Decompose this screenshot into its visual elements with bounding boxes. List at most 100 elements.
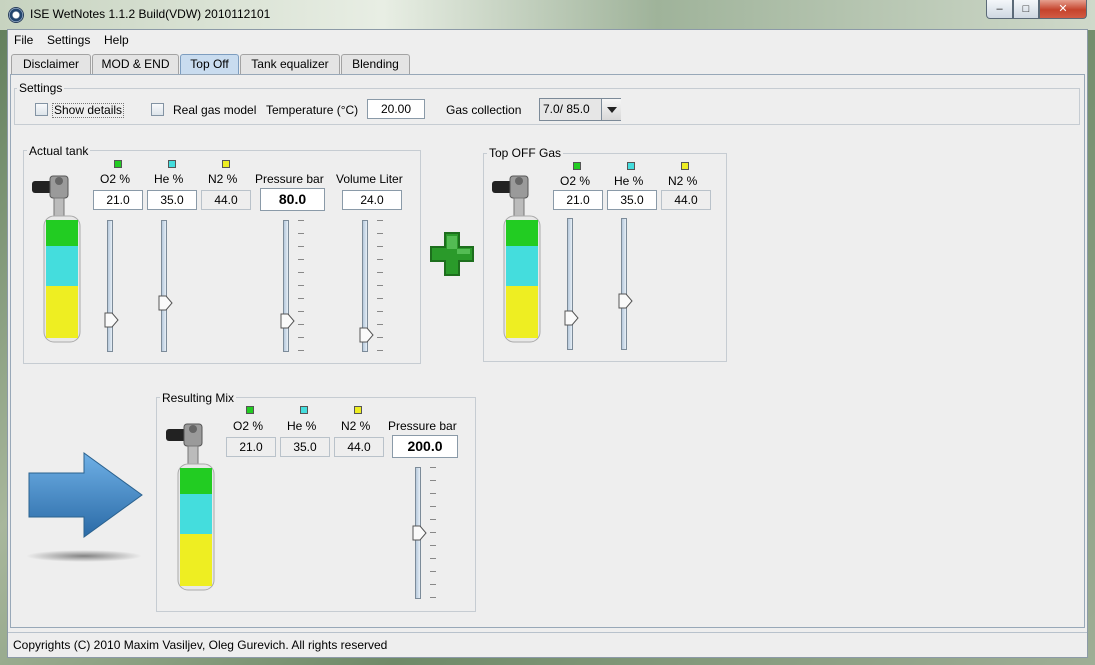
menu-settings[interactable]: Settings bbox=[47, 33, 90, 47]
actual-n2-value: 44.0 bbox=[201, 190, 251, 210]
slider-thumb[interactable] bbox=[104, 312, 119, 328]
slider-tick bbox=[298, 272, 304, 273]
mix-pressure-label: Pressure bar bbox=[388, 419, 457, 433]
tab-top-off[interactable]: Top Off bbox=[180, 54, 239, 74]
top-off-n2-label: N2 % bbox=[668, 174, 698, 188]
actual-tank-label: Actual tank bbox=[27, 144, 91, 158]
slider-tick bbox=[298, 233, 304, 234]
slider-thumb[interactable] bbox=[564, 310, 579, 326]
slider-thumb[interactable] bbox=[280, 313, 295, 329]
slider-tick bbox=[377, 285, 383, 286]
slider-tick bbox=[377, 324, 383, 325]
slider-tick bbox=[430, 584, 436, 585]
actual-n2-label: N2 % bbox=[208, 172, 238, 186]
slider-tick bbox=[377, 337, 383, 338]
close-button[interactable]: ✕ bbox=[1039, 0, 1087, 19]
real-gas-model-checkbox[interactable] bbox=[151, 103, 164, 116]
slider-thumb[interactable] bbox=[359, 327, 374, 343]
gas-collection-label: Gas collection bbox=[446, 103, 522, 117]
slider-tick bbox=[377, 311, 383, 312]
top-off-cylinder bbox=[492, 175, 541, 343]
menu-help[interactable]: Help bbox=[104, 33, 129, 47]
slider-tick bbox=[430, 571, 436, 572]
top-off-n2-swatch bbox=[681, 162, 689, 170]
slider-tick bbox=[377, 298, 383, 299]
gas-collection-value: 7.0/ 85.0 bbox=[543, 102, 590, 116]
slider-thumb[interactable] bbox=[412, 525, 427, 541]
mix-pressure-input[interactable]: 200.0 bbox=[392, 435, 458, 458]
show-details-label[interactable]: Show details bbox=[52, 103, 125, 118]
menu-file[interactable]: File bbox=[14, 33, 33, 47]
mix-he-label: He % bbox=[287, 419, 317, 433]
arrow-right-icon bbox=[26, 452, 143, 562]
status-text: Copyrights (C) 2010 Maxim Vasiljev, Oleg… bbox=[13, 638, 388, 652]
tab-tank-equalizer[interactable]: Tank equalizer bbox=[240, 54, 340, 74]
actual-he-label: He % bbox=[154, 172, 184, 186]
actual-tank-cylinder bbox=[32, 175, 81, 343]
slider-tick bbox=[298, 324, 304, 325]
slider-track[interactable] bbox=[107, 220, 113, 352]
show-details-checkbox[interactable] bbox=[35, 103, 48, 116]
slider-tick bbox=[377, 350, 383, 351]
temperature-input[interactable]: 20.00 bbox=[367, 99, 425, 119]
minimize-button[interactable]: – bbox=[986, 0, 1013, 19]
chevron-down-icon[interactable] bbox=[601, 99, 621, 120]
resulting-mix-cylinder bbox=[166, 423, 215, 591]
mix-he-swatch bbox=[300, 406, 308, 414]
slider-tick bbox=[298, 298, 304, 299]
slider-tick bbox=[377, 220, 383, 221]
mix-n2-swatch bbox=[354, 406, 362, 414]
gas-collection-select[interactable]: 7.0/ 85.0 bbox=[539, 98, 621, 121]
actual-he-input[interactable]: 35.0 bbox=[147, 190, 197, 210]
top-off-gas-label: Top OFF Gas bbox=[487, 146, 564, 160]
mix-o2-label: O2 % bbox=[233, 419, 264, 433]
slider-thumb[interactable] bbox=[158, 295, 173, 311]
top-off-n2-value: 44.0 bbox=[661, 190, 711, 210]
slider-tick bbox=[430, 506, 436, 507]
slider-track[interactable] bbox=[161, 220, 167, 352]
slider-tick bbox=[298, 220, 304, 221]
slider-tick bbox=[298, 246, 304, 247]
slider-tick bbox=[377, 246, 383, 247]
slider-tick bbox=[430, 597, 436, 598]
slider-tick bbox=[377, 259, 383, 260]
slider-thumb[interactable] bbox=[618, 293, 633, 309]
slider-tick bbox=[377, 233, 383, 234]
menu-bar bbox=[8, 30, 1087, 51]
slider-tick bbox=[430, 558, 436, 559]
slider-tick bbox=[298, 350, 304, 351]
slider-track[interactable] bbox=[283, 220, 289, 352]
top-off-he-label: He % bbox=[614, 174, 644, 188]
actual-o2-label: O2 % bbox=[100, 172, 131, 186]
actual-o2-input[interactable]: 21.0 bbox=[93, 190, 143, 210]
slider-tick bbox=[298, 259, 304, 260]
maximize-button[interactable]: □ bbox=[1013, 0, 1039, 19]
tab-mod-end[interactable]: MOD & END bbox=[92, 54, 179, 74]
settings-group-label: Settings bbox=[17, 81, 65, 95]
resulting-mix-label: Resulting Mix bbox=[160, 391, 237, 405]
slider-tick bbox=[377, 272, 383, 273]
slider-track[interactable] bbox=[621, 218, 627, 350]
tab-blending[interactable]: Blending bbox=[341, 54, 410, 74]
actual-pressure-input[interactable]: 80.0 bbox=[260, 188, 325, 211]
tab-disclaimer[interactable]: Disclaimer bbox=[11, 54, 91, 74]
top-off-o2-swatch bbox=[573, 162, 581, 170]
real-gas-model-label: Real gas model bbox=[173, 103, 257, 117]
slider-tick bbox=[430, 545, 436, 546]
mix-o2-value: 21.0 bbox=[226, 437, 276, 457]
mix-o2-swatch bbox=[246, 406, 254, 414]
slider-tick bbox=[430, 480, 436, 481]
top-off-he-input[interactable]: 35.0 bbox=[607, 190, 657, 210]
slider-tick bbox=[298, 285, 304, 286]
top-off-o2-label: O2 % bbox=[560, 174, 591, 188]
slider-tick bbox=[430, 532, 436, 533]
plus-icon bbox=[430, 232, 474, 276]
actual-volume-input[interactable]: 24.0 bbox=[342, 190, 402, 210]
actual-volume-label: Volume Liter bbox=[336, 172, 403, 186]
slider-track[interactable] bbox=[567, 218, 573, 350]
mix-n2-value: 44.0 bbox=[334, 437, 384, 457]
n2-swatch bbox=[222, 160, 230, 168]
slider-tick bbox=[430, 467, 436, 468]
top-off-o2-input[interactable]: 21.0 bbox=[553, 190, 603, 210]
mix-he-value: 35.0 bbox=[280, 437, 330, 457]
